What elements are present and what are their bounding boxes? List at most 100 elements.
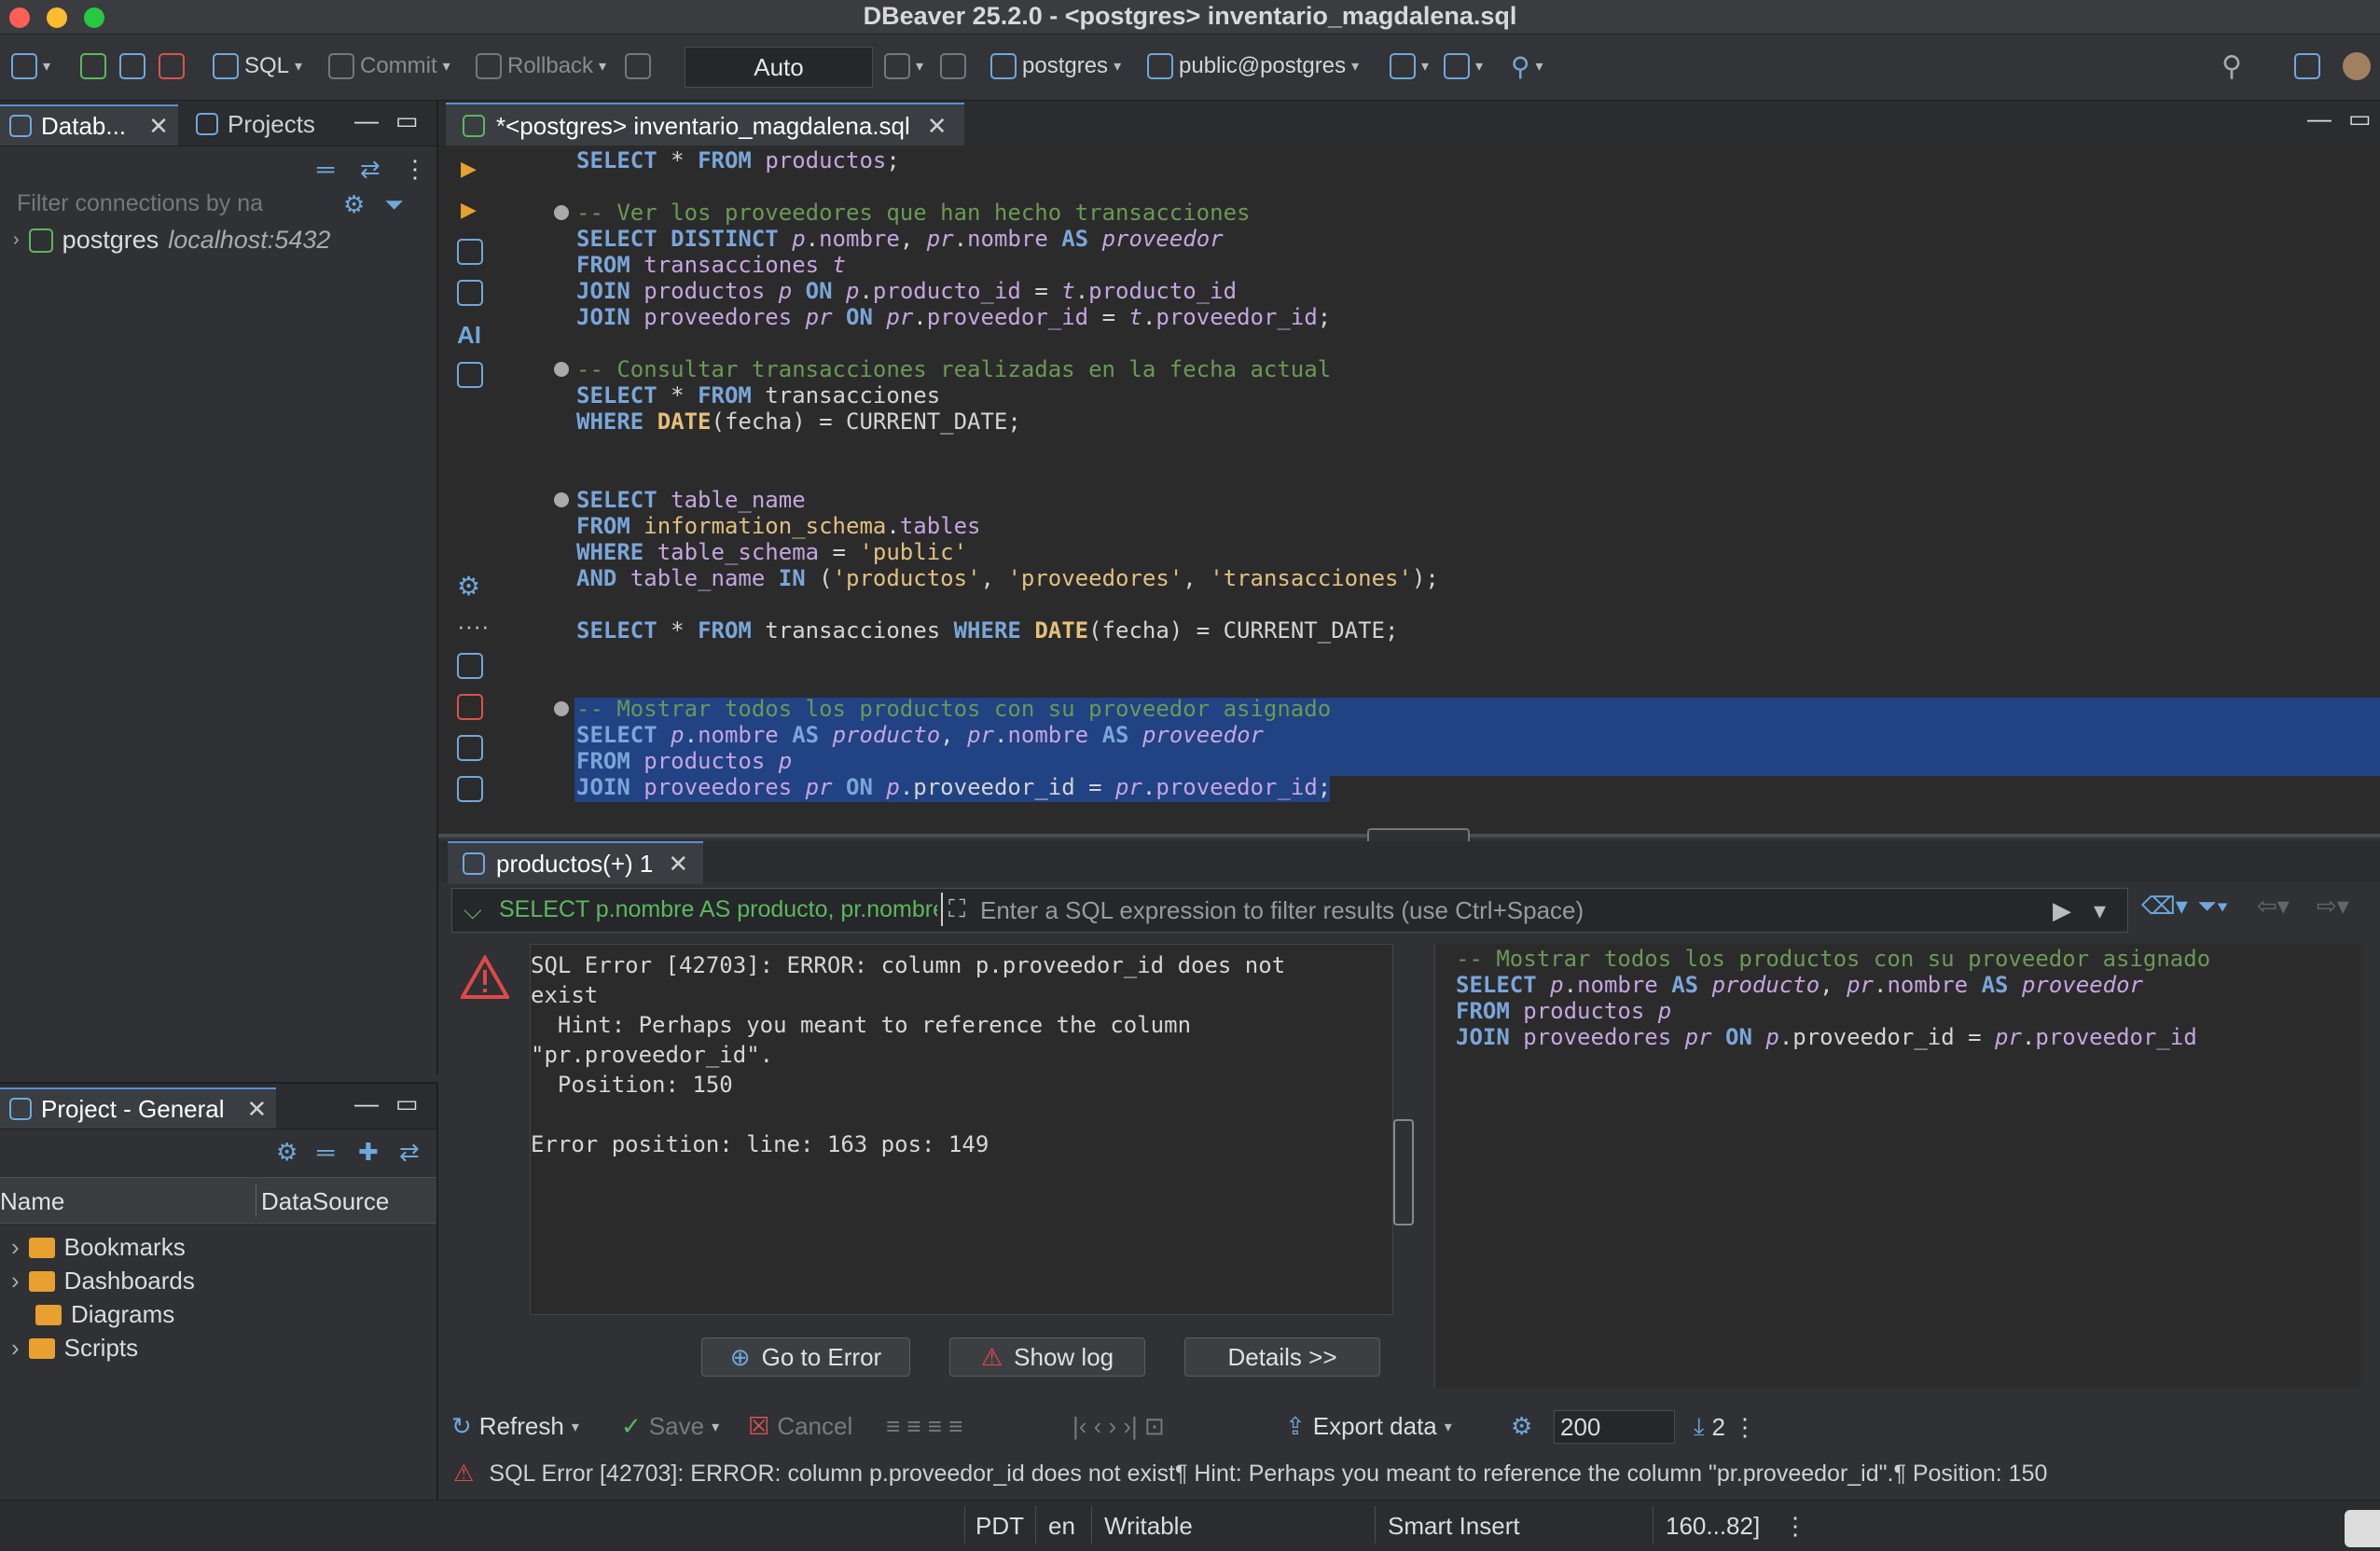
maximize-editor-button[interactable]: ▭ — [2348, 104, 2372, 133]
fold-toggle[interactable] — [554, 362, 569, 377]
results-filter-bar[interactable]: ⌵ SELECT p.nombre AS producto, pr.nombre… — [451, 888, 2128, 933]
collapse-all-icon[interactable]: ═ — [317, 155, 334, 184]
panel-toggle-handle[interactable] — [1393, 1119, 1414, 1226]
output-icon[interactable] — [457, 735, 483, 761]
account-button[interactable] — [2343, 48, 2371, 85]
column-datasource-header[interactable]: DataSource — [261, 1187, 389, 1216]
tab-results[interactable]: productos(+) 1 ✕ — [448, 841, 704, 884]
refresh-button[interactable]: ↻ Refresh ▾ — [451, 1412, 579, 1441]
project-item-bookmarks[interactable]: › Bookmarks — [11, 1233, 186, 1262]
show-log-button[interactable]: ⚠ Show log — [949, 1337, 1145, 1377]
view-menu-icon[interactable]: ⋮ — [403, 155, 427, 184]
disconnect-button[interactable] — [159, 48, 185, 85]
close-icon[interactable]: ✕ — [927, 112, 948, 141]
project-item-diagrams[interactable]: Diagrams — [35, 1300, 174, 1329]
minimize-panel-button[interactable]: — — [354, 1089, 379, 1118]
commit-button[interactable]: Commit ▾ — [328, 48, 450, 85]
execute-statement-icon[interactable]: ▶ — [461, 157, 477, 181]
go-to-error-button[interactable]: ⊕ Go to Error — [701, 1337, 910, 1377]
transaction-mode-selector[interactable]: Auto — [685, 47, 873, 88]
back-icon[interactable]: ⇦▾ — [2257, 892, 2290, 921]
fold-toggle[interactable] — [554, 492, 569, 507]
pagination-controls[interactable]: |‹ ‹ › ›| ⊡ — [1072, 1412, 1165, 1441]
filter-connections-input[interactable]: Filter connections by na — [17, 190, 263, 217]
export-icon[interactable] — [457, 653, 483, 679]
global-search-button[interactable]: ⚲ — [2221, 48, 2242, 85]
explain-plan-icon[interactable] — [457, 280, 483, 306]
datasource-selector[interactable]: postgres ▾ — [990, 48, 1121, 85]
maximize-panel-button[interactable]: ▭ — [395, 1089, 419, 1118]
status-menu-icon[interactable]: ⋮ — [1783, 1512, 1807, 1541]
settings-icon[interactable]: ⚙ — [276, 1138, 298, 1167]
outline-icon[interactable] — [457, 776, 483, 802]
eraser-icon[interactable]: ⌫▾ — [2141, 892, 2188, 921]
filter-icon[interactable]: ⏷ — [384, 190, 404, 220]
connect-button[interactable] — [80, 48, 106, 85]
results-settings-button[interactable]: ⚙ — [1511, 1412, 1532, 1441]
edit-row-tools[interactable]: ≡ ≡ ≡ ≡ — [886, 1412, 962, 1441]
project-item-scripts[interactable]: › Scripts — [11, 1334, 138, 1363]
expand-icon[interactable]: ⛶ — [948, 894, 965, 924]
find-button[interactable]: ⚲ ▾ — [1511, 48, 1543, 85]
max-rows-input[interactable]: 200 — [1554, 1410, 1675, 1444]
tree-item-postgres[interactable]: › postgres localhost:5432 — [13, 226, 330, 255]
tools-button[interactable]: ▾ — [1444, 48, 1483, 85]
save-button[interactable]: ✓ Save ▾ — [621, 1412, 719, 1441]
filter-expression-input[interactable]: Enter a SQL expression to filter results… — [980, 896, 1584, 925]
diagrams-folder-icon — [35, 1304, 62, 1325]
link-icon[interactable]: ⇄ — [399, 1138, 420, 1167]
terminal-icon[interactable] — [457, 362, 483, 388]
new-connection-button[interactable]: ▾ — [11, 48, 50, 85]
code-area[interactable]: SELECT * FROM productos; -- Ver los prove… — [576, 147, 1439, 800]
chevron-right-icon[interactable]: › — [11, 1267, 20, 1295]
fetch-next-button[interactable]: ⤓ 2 ⋮ — [1694, 1412, 1757, 1442]
more-icon[interactable]: ···· — [457, 612, 490, 641]
reconnect-button[interactable] — [119, 48, 145, 85]
add-icon[interactable]: ✚ — [358, 1138, 379, 1167]
link-editor-icon[interactable]: ⇄ — [360, 155, 381, 184]
fold-toggle[interactable] — [554, 701, 569, 716]
status-error-line: ⚠ SQL Error [42703]: ERROR: column p.pro… — [438, 1457, 2380, 1490]
filter-config-icon[interactable]: ⚙ — [343, 190, 365, 219]
close-icon[interactable]: ✕ — [148, 112, 169, 141]
transaction-icon — [625, 53, 651, 79]
problems-icon[interactable] — [457, 694, 483, 720]
notification-button[interactable] — [2345, 1510, 2380, 1547]
export-data-button[interactable]: ⇪ Export data ▾ — [1285, 1412, 1452, 1441]
minimize-panel-button[interactable]: — — [354, 106, 379, 135]
filter-history-icon[interactable]: ▾ — [2094, 896, 2106, 925]
chevron-right-icon[interactable]: › — [11, 1233, 20, 1262]
details-button[interactable]: Details >> — [1184, 1337, 1380, 1377]
history-button[interactable]: ▾ — [884, 48, 923, 85]
execute-script-icon[interactable] — [457, 239, 483, 265]
collapse-icon[interactable]: ═ — [317, 1138, 334, 1167]
execute-new-tab-icon[interactable]: ▶ — [461, 198, 477, 222]
transaction-log-button[interactable] — [625, 48, 651, 85]
ai-assistant-button[interactable]: AI — [457, 321, 481, 350]
fold-toggle[interactable] — [554, 205, 569, 220]
column-name-header[interactable]: Name — [0, 1187, 64, 1216]
perspective-button[interactable] — [2294, 48, 2320, 85]
project-item-dashboards[interactable]: › Dashboards — [11, 1267, 195, 1295]
sql-editor[interactable]: ▶ ▶ AI ⚙ ···· SELECT * FROM productos; --… — [438, 145, 2380, 836]
tab-project-general[interactable]: Project - General ✕ — [0, 1087, 277, 1129]
minimize-editor-button[interactable]: — — [2307, 104, 2332, 133]
lock-button[interactable] — [940, 48, 966, 85]
chevron-right-icon[interactable]: › — [13, 229, 20, 251]
tab-database-navigator[interactable]: Datab... ✕ — [0, 104, 178, 145]
schema-selector[interactable]: public@postgres ▾ — [1147, 48, 1359, 85]
chevron-right-icon[interactable]: › — [11, 1334, 20, 1363]
close-icon[interactable]: ✕ — [668, 850, 688, 879]
gear-icon[interactable]: ⚙ — [457, 571, 480, 602]
tab-sql-editor[interactable]: *<postgres> inventario_magdalena.sql ✕ — [446, 103, 964, 147]
close-icon[interactable]: ✕ — [247, 1095, 268, 1124]
apply-filter-icon[interactable]: ▶ — [2053, 896, 2071, 925]
forward-icon[interactable]: ⇨▾ — [2317, 892, 2349, 921]
sql-editor-button[interactable]: SQL ▾ — [213, 48, 302, 85]
rollback-button[interactable]: Rollback ▾ — [476, 48, 606, 85]
tab-projects[interactable]: Projects — [187, 104, 325, 144]
maximize-panel-button[interactable]: ▭ — [395, 106, 419, 135]
cloud-button[interactable]: ▾ — [1390, 48, 1429, 85]
filter-icon[interactable]: ⏷▾ — [2197, 892, 2229, 921]
cancel-button[interactable]: ☒ Cancel — [748, 1412, 852, 1441]
